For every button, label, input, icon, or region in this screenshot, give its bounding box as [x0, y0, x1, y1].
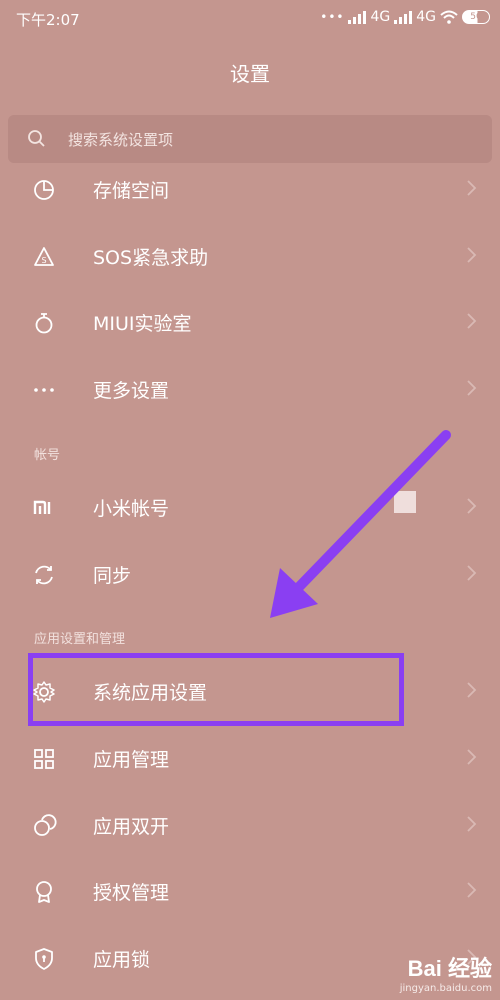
- grid-icon: [34, 749, 54, 769]
- settings-item-label: 同步: [93, 565, 132, 587]
- signal-icon: [348, 10, 367, 24]
- status-bar: 下午2:07 ••• 4G 4G 50: [0, 0, 500, 36]
- lab-flask-icon: [35, 313, 53, 334]
- chevron-right-icon: [467, 816, 477, 832]
- settings-item-label: 更多设置: [93, 380, 170, 402]
- chevron-right-icon: [467, 247, 477, 263]
- section-header-account: 帐号: [34, 448, 61, 463]
- settings-item-label: MIUI实验室: [93, 313, 192, 335]
- network-activity-icon: •••: [320, 10, 345, 24]
- settings-item-label: 小米帐号: [93, 498, 170, 520]
- battery-level: 50: [470, 12, 482, 22]
- section-header-apps: 应用设置和管理: [34, 632, 126, 647]
- baidu-watermark: Bai 经验 jingyan.baidu.com: [400, 951, 492, 994]
- status-icons: ••• 4G 4G 50: [320, 9, 490, 25]
- settings-item-label: 存储空间: [93, 180, 170, 202]
- settings-item-miui-lab[interactable]: MIUI实验室: [0, 289, 500, 355]
- highlight-box: [28, 653, 404, 726]
- mi-logo-icon: [33, 500, 51, 514]
- watermark-logo: Bai 经验: [407, 956, 492, 981]
- chevron-right-icon: [467, 180, 477, 196]
- settings-item-sync[interactable]: 同步: [0, 541, 500, 607]
- settings-item-label: 授权管理: [93, 882, 170, 904]
- settings-item-permissions[interactable]: 授权管理: [0, 858, 500, 924]
- badge-icon: [36, 881, 52, 903]
- sos-triangle-icon: S: [34, 247, 54, 266]
- settings-item-mi-account[interactable]: 小米帐号: [0, 474, 500, 540]
- chevron-right-icon: [467, 565, 477, 581]
- search-placeholder: 搜索系统设置项: [68, 131, 174, 149]
- page-title: 设置: [230, 62, 270, 86]
- settings-item-label: 应用锁: [93, 949, 151, 971]
- settings-item-label: 应用双开: [93, 816, 170, 838]
- more-dots-icon: [34, 388, 54, 392]
- chevron-right-icon: [467, 380, 477, 396]
- avatar: [394, 491, 416, 513]
- network-type-2: 4G: [416, 9, 436, 25]
- battery-icon: 50: [462, 10, 490, 24]
- settings-item-storage[interactable]: 存储空间: [0, 156, 500, 222]
- chevron-right-icon: [467, 882, 477, 898]
- wifi-icon: [440, 10, 458, 24]
- watermark-url: jingyan.baidu.com: [399, 983, 492, 994]
- settings-item-app-management[interactable]: 应用管理: [0, 725, 500, 791]
- status-time: 下午2:07: [16, 11, 80, 29]
- settings-item-dual-apps[interactable]: 应用双开: [0, 792, 500, 858]
- chevron-right-icon: [467, 498, 477, 514]
- settings-item-label: SOS紧急求助: [93, 247, 209, 269]
- pie-chart-icon: [34, 180, 54, 200]
- settings-item-label: 应用管理: [93, 749, 170, 771]
- signal-icon-2: [394, 10, 413, 24]
- network-type-1: 4G: [370, 9, 391, 25]
- chevron-right-icon: [467, 749, 477, 765]
- settings-item-more[interactable]: 更多设置: [0, 356, 500, 422]
- search-icon: [28, 130, 45, 147]
- dual-circle-icon: [34, 814, 57, 836]
- chevron-right-icon: [467, 682, 477, 698]
- svg-text:S: S: [41, 256, 46, 265]
- chevron-right-icon: [467, 313, 477, 329]
- sync-icon: [35, 565, 53, 585]
- shield-icon: [35, 948, 53, 970]
- settings-item-sos[interactable]: S SOS紧急求助: [0, 223, 500, 289]
